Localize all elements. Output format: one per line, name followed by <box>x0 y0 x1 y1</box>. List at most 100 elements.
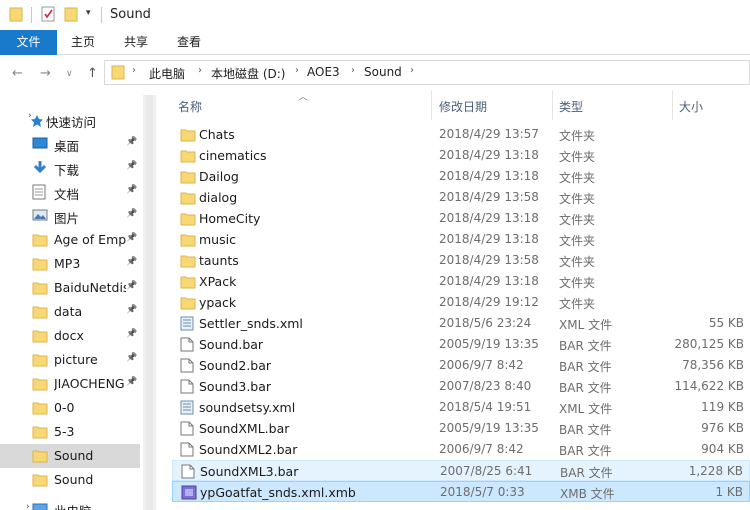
table-row[interactable]: dialog 2018/4/29 13:58 文件夹 <box>172 187 750 208</box>
column-name[interactable]: 名称 <box>178 98 202 115</box>
column-type[interactable]: 类型 <box>559 98 583 115</box>
star-icon <box>31 115 43 127</box>
table-row[interactable]: HomeCity 2018/4/29 13:18 文件夹 <box>172 208 750 229</box>
address-bar[interactable]: › 此电脑 › 本地磁盘 (D:) › AOE3 › Sound › <box>104 60 750 85</box>
divider <box>31 7 32 23</box>
file-date: 2006/9/7 8:42 <box>439 358 524 372</box>
table-row[interactable]: XPack 2018/4/29 13:18 文件夹 <box>172 271 750 292</box>
table-row[interactable]: taunts 2018/4/29 13:58 文件夹 <box>172 250 750 271</box>
back-arrow-icon[interactable]: ← <box>12 66 23 81</box>
sidebar-item--[interactable]: 图片 📌 <box>0 204 140 228</box>
pin-icon[interactable]: 📌 <box>126 137 137 147</box>
column-date[interactable]: 修改日期 <box>439 98 487 115</box>
table-row[interactable]: Sound.bar 2005/9/19 13:35 BAR 文件 280,125 KB <box>172 334 750 355</box>
sidebar-item-age-of-emp[interactable]: Age of Emp 📌 <box>0 228 140 252</box>
table-row[interactable]: Chats 2018/4/29 13:57 文件夹 <box>172 124 750 145</box>
column-divider[interactable] <box>672 90 673 120</box>
file-name: ypack <box>199 295 237 310</box>
pin-icon[interactable]: 📌 <box>126 185 137 195</box>
quick-access-label[interactable]: 快速访问 <box>46 112 96 131</box>
file-size: 55 KB <box>708 316 744 330</box>
sidebar-item-docx[interactable]: docx 📌 <box>0 324 140 348</box>
file-date: 2018/4/29 13:57 <box>439 127 539 141</box>
sort-ascending-icon: ︿ <box>298 92 308 103</box>
breadcrumb-sound[interactable]: Sound <box>364 65 402 79</box>
forward-arrow-icon[interactable]: → <box>40 66 51 81</box>
table-row[interactable]: Dailog 2018/4/29 13:18 文件夹 <box>172 166 750 187</box>
table-row[interactable]: music 2018/4/29 13:18 文件夹 <box>172 229 750 250</box>
table-row[interactable]: Sound2.bar 2006/9/7 8:42 BAR 文件 78,356 KB <box>172 355 750 376</box>
nav-scrollbar[interactable] <box>143 95 156 510</box>
sidebar-item--[interactable]: 下载 📌 <box>0 156 140 180</box>
file-date: 2018/5/4 19:51 <box>439 400 532 414</box>
sidebar-item-jiaocheng[interactable]: JIAOCHENG 📌 <box>0 372 140 396</box>
sidebar-item-picture[interactable]: picture 📌 <box>0 348 140 372</box>
file-type: 文件夹 <box>559 297 596 311</box>
table-row[interactable]: SoundXML.bar 2005/9/19 13:35 BAR 文件 976 KB <box>172 418 750 439</box>
tab-view[interactable]: 查看 <box>168 30 210 55</box>
pin-icon[interactable]: 📌 <box>126 377 137 387</box>
sidebar-item-data[interactable]: data 📌 <box>0 300 140 324</box>
tab-share[interactable]: 共享 <box>115 30 157 55</box>
sidebar-item-label: BaiduNetdis <box>54 280 126 295</box>
sidebar-item-label: MP3 <box>54 256 81 271</box>
pin-icon[interactable]: 📌 <box>126 281 137 291</box>
table-row[interactable]: cinematics 2018/4/29 13:18 文件夹 <box>172 145 750 166</box>
breadcrumb-this-pc[interactable]: 此电脑 <box>149 65 185 82</box>
title-bar: ▾ Sound <box>0 0 750 30</box>
pin-icon[interactable]: 📌 <box>126 233 137 243</box>
folder-icon <box>32 424 48 440</box>
sidebar-item-sound[interactable]: Sound <box>0 468 140 492</box>
table-row[interactable]: Settler_snds.xml 2018/5/6 23:24 XML 文件 55 K… <box>172 313 750 334</box>
breadcrumb-aoe3[interactable]: AOE3 <box>307 65 340 79</box>
file-date: 2018/4/29 13:18 <box>439 169 539 183</box>
table-row[interactable]: soundsetsy.xml 2018/5/4 19:51 XML 文件 119 KB <box>172 397 750 418</box>
file-date: 2007/8/25 6:41 <box>440 464 533 478</box>
table-row[interactable]: ypGoatfat_snds.xml.xmb 2018/5/7 0:33 XMB 文… <box>172 481 750 502</box>
sidebar-item-5-3[interactable]: 5-3 <box>0 420 140 444</box>
file-type: 文件夹 <box>559 255 596 269</box>
file-size: 1 KB <box>715 485 743 499</box>
breadcrumb-drive[interactable]: 本地磁盘 (D:) <box>211 65 285 82</box>
column-divider[interactable] <box>431 90 432 120</box>
scroll-thumb[interactable] <box>146 95 153 510</box>
file-name: soundsetsy.xml <box>199 400 296 415</box>
table-row[interactable]: ypack 2018/4/29 19:12 文件夹 <box>172 292 750 313</box>
tab-file[interactable]: 文件 <box>0 30 57 55</box>
tab-home[interactable]: 主页 <box>62 30 104 55</box>
folder-icon <box>32 448 48 464</box>
pin-icon[interactable]: 📌 <box>126 161 137 171</box>
new-folder-icon[interactable] <box>64 6 78 22</box>
sidebar-item-mp3[interactable]: MP3 📌 <box>0 252 140 276</box>
customize-toolbar-icon[interactable]: ▾ <box>86 8 91 18</box>
sidebar-item--[interactable]: 桌面 📌 <box>0 132 140 156</box>
file-date: 2018/4/29 13:18 <box>439 232 539 246</box>
pin-icon[interactable]: 📌 <box>126 305 137 315</box>
pin-icon[interactable]: 📌 <box>126 353 137 363</box>
file-size: 114,622 KB <box>674 379 744 393</box>
folder-icon <box>32 400 48 416</box>
expand-icon[interactable]: › <box>26 502 30 510</box>
recent-locations-icon[interactable]: ∨ <box>66 69 73 79</box>
sidebar-item-baidunetdis[interactable]: BaiduNetdis 📌 <box>0 276 140 300</box>
divider <box>101 7 102 23</box>
sidebar-item--[interactable]: 文档 📌 <box>0 180 140 204</box>
sidebar-item-0-0[interactable]: 0-0 <box>0 396 140 420</box>
table-row[interactable]: Sound3.bar 2007/8/23 8:40 BAR 文件 114,622 KB <box>172 376 750 397</box>
up-arrow-icon[interactable]: ↑ <box>87 66 98 81</box>
pin-icon[interactable]: 📌 <box>126 209 137 219</box>
table-row[interactable]: SoundXML3.bar 2007/8/25 6:41 BAR 文件 1,228 K… <box>172 460 750 481</box>
file-name: cinematics <box>199 148 267 163</box>
pin-icon[interactable]: 📌 <box>126 257 137 267</box>
sidebar-item-sound[interactable]: Sound <box>0 444 140 468</box>
table-row[interactable]: SoundXML2.bar 2006/9/7 8:42 BAR 文件 904 KB <box>172 439 750 460</box>
file-icon <box>180 337 194 352</box>
properties-icon[interactable] <box>41 6 56 22</box>
xml-file-icon <box>180 316 194 331</box>
column-size[interactable]: 大小 <box>679 98 703 115</box>
column-divider[interactable] <box>552 90 553 120</box>
pin-icon[interactable]: 📌 <box>126 329 137 339</box>
file-name: Sound3.bar <box>199 379 272 394</box>
file-name: Settler_snds.xml <box>199 316 303 331</box>
this-pc-label[interactable]: 此电脑 <box>54 501 92 510</box>
